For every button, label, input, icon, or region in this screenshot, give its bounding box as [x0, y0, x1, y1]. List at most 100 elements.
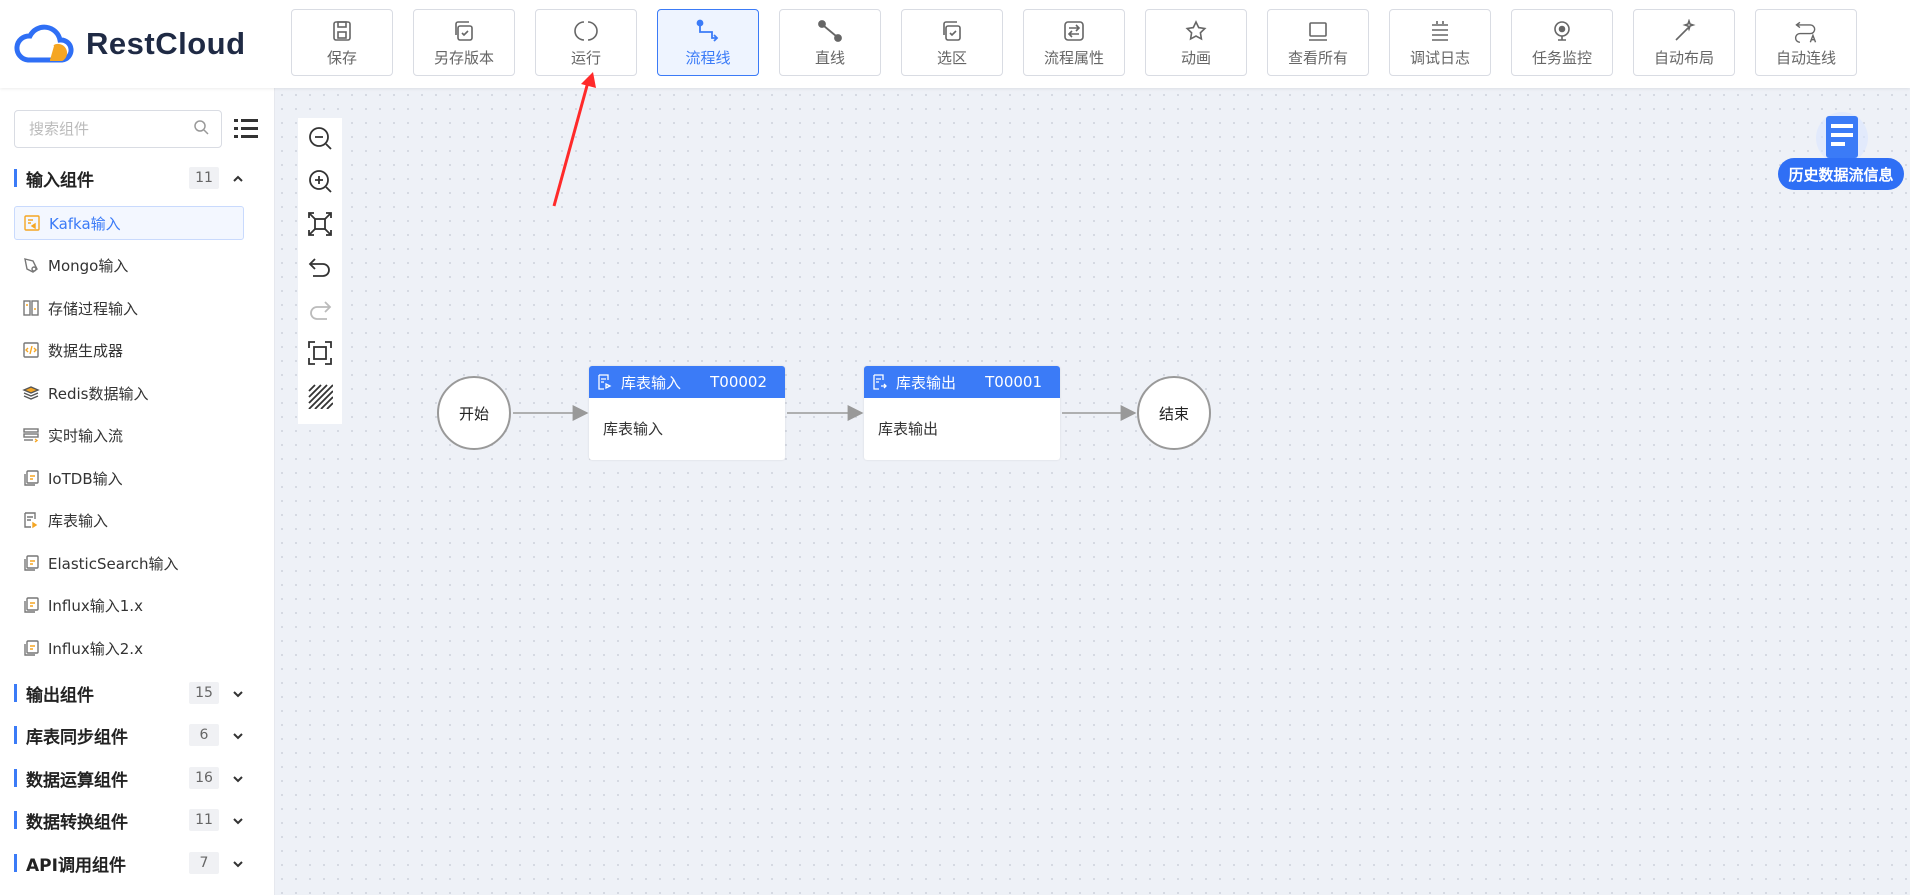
- group-data-transform-components[interactable]: 数据转换组件 11: [0, 800, 274, 840]
- component-item-stored-procedure-input[interactable]: 存储过程输入: [14, 291, 244, 325]
- group-marker: [14, 769, 17, 787]
- component-item-elasticsearch-input[interactable]: ElasticSearch输入: [14, 546, 244, 580]
- animation-icon: [1183, 18, 1209, 44]
- flow-canvas[interactable]: [275, 88, 1910, 895]
- flow-line-label: 流程线: [685, 48, 731, 67]
- save-version-button[interactable]: 另存版本: [413, 9, 515, 76]
- node-body: 库表输入: [603, 420, 664, 438]
- group-title: 库表同步组件: [26, 727, 128, 748]
- group-output-components[interactable]: 输出组件 15: [0, 673, 274, 713]
- component-item-mongo-input[interactable]: Mongo输入: [14, 248, 244, 282]
- auto-layout-button[interactable]: 自动布局: [1633, 9, 1735, 76]
- group-title: 数据运算组件: [26, 770, 128, 791]
- logo: RestCloud: [14, 22, 246, 66]
- component-item-realtime-input-stream[interactable]: 实时输入流: [14, 418, 244, 452]
- end-node[interactable]: 结束: [1137, 376, 1211, 450]
- task-monitor-icon: [1549, 18, 1575, 44]
- item-label: 数据生成器: [48, 341, 124, 360]
- group-input-components[interactable]: 输入组件 11: [0, 158, 274, 198]
- stored-procedure-icon: [23, 300, 39, 316]
- chevron-down-icon[interactable]: [231, 856, 245, 870]
- chevron-down-icon[interactable]: [231, 813, 245, 827]
- flow-line-button[interactable]: 流程线: [657, 9, 759, 76]
- flow-line-icon: [695, 18, 721, 44]
- component-item-data-generator[interactable]: 数据生成器: [14, 333, 244, 367]
- component-item-table-input[interactable]: 库表输入: [14, 503, 244, 537]
- component-search: [14, 110, 222, 148]
- auto-connect-button[interactable]: 自动连线: [1755, 9, 1857, 76]
- save-icon: [329, 18, 355, 44]
- group-api-call-components[interactable]: API调用组件 7: [0, 843, 274, 883]
- view-all-button[interactable]: 查看所有: [1267, 9, 1369, 76]
- group-title: 数据转换组件: [26, 812, 128, 833]
- list-view-icon[interactable]: [233, 116, 259, 142]
- group-title: 输入组件: [26, 170, 94, 191]
- chevron-up-icon[interactable]: [231, 171, 245, 185]
- task-monitor-button[interactable]: 任务监控: [1511, 9, 1613, 76]
- item-label: Influx输入1.x: [48, 596, 143, 615]
- flow-node-table-output[interactable]: 库表输出 T00001 库表输出: [864, 366, 1060, 460]
- group-count: 7: [189, 852, 219, 874]
- item-label: Redis数据输入: [48, 384, 149, 403]
- flow-properties-button[interactable]: 流程属性: [1023, 9, 1125, 76]
- straight-line-button[interactable]: 直线: [779, 9, 881, 76]
- task-monitor-label: 任务监控: [1531, 48, 1592, 67]
- redo-icon[interactable]: [305, 295, 335, 324]
- group-table-sync-components[interactable]: 库表同步组件 6: [0, 715, 274, 755]
- grid-toggle-icon[interactable]: [305, 381, 335, 410]
- zoom-out-icon[interactable]: [305, 124, 335, 153]
- search-icon[interactable]: [193, 119, 209, 139]
- history-dataflow-widget[interactable]: 历史数据流信息: [1778, 110, 1904, 190]
- debug-log-button[interactable]: 调试日志: [1389, 9, 1491, 76]
- chevron-down-icon[interactable]: [231, 728, 245, 742]
- run-label: 运行: [570, 48, 601, 67]
- search-input[interactable]: [27, 119, 181, 139]
- component-item-redis-input[interactable]: Redis数据输入: [14, 376, 244, 410]
- history-dataflow-button[interactable]: 历史数据流信息: [1778, 158, 1904, 190]
- zoom-in-icon[interactable]: [305, 167, 335, 196]
- fullscreen-icon[interactable]: [305, 338, 335, 367]
- animation-button[interactable]: 动画: [1145, 9, 1247, 76]
- component-item-influx-input-2x[interactable]: Influx输入2.x: [14, 631, 244, 665]
- fit-view-icon[interactable]: [305, 210, 335, 239]
- node-title: 库表输出: [896, 373, 957, 392]
- node-header: 库表输入 T00002: [589, 366, 785, 398]
- end-label: 结束: [1158, 404, 1189, 423]
- component-item-iotdb-input[interactable]: IoTDB输入: [14, 461, 244, 495]
- animation-label: 动画: [1180, 48, 1211, 67]
- component-sidebar: 输入组件 11 Kafka输入 Mongo输入 存储过程输入 数据生成器 Red…: [0, 88, 275, 895]
- influx-icon: [24, 597, 39, 613]
- component-item-influx-input-1x[interactable]: Influx输入1.x: [14, 588, 244, 622]
- chevron-down-icon[interactable]: [231, 686, 245, 700]
- component-item-kafka-input[interactable]: Kafka输入: [14, 206, 244, 240]
- item-label: Mongo输入: [48, 256, 129, 275]
- node-body: 库表输出: [878, 420, 939, 438]
- auto-layout-label: 自动布局: [1653, 48, 1714, 67]
- table-output-icon: [873, 374, 887, 390]
- item-label: 库表输入: [48, 511, 109, 530]
- run-button[interactable]: 运行: [535, 9, 637, 76]
- selection-icon: [939, 18, 965, 44]
- group-marker: [14, 854, 17, 872]
- group-title: API调用组件: [26, 855, 126, 876]
- selection-button[interactable]: 选区: [901, 9, 1003, 76]
- item-label: 实时输入流: [48, 426, 124, 445]
- group-count: 15: [189, 682, 219, 704]
- item-label: ElasticSearch输入: [48, 554, 179, 573]
- auto-connect-label: 自动连线: [1775, 48, 1836, 67]
- stream-icon: [23, 428, 39, 443]
- view-all-label: 查看所有: [1287, 48, 1348, 67]
- table-input-icon: [24, 512, 38, 529]
- group-title: 输出组件: [26, 685, 94, 706]
- undo-icon[interactable]: [305, 253, 335, 282]
- group-count: 11: [189, 809, 219, 831]
- logo-text: RestCloud: [86, 26, 246, 61]
- chevron-down-icon[interactable]: [231, 771, 245, 785]
- item-label: Kafka输入: [49, 214, 121, 233]
- save-button[interactable]: 保存: [291, 9, 393, 76]
- start-node[interactable]: 开始: [437, 376, 511, 450]
- group-data-compute-components[interactable]: 数据运算组件 16: [0, 758, 274, 798]
- start-label: 开始: [458, 404, 489, 423]
- toolbar: 保存 另存版本 运行 流程线 直线 选区 流程属性 动画 查看所有 调试日志 任…: [291, 9, 1857, 76]
- flow-node-table-input[interactable]: 库表输入 T00002 库表输入: [589, 366, 785, 460]
